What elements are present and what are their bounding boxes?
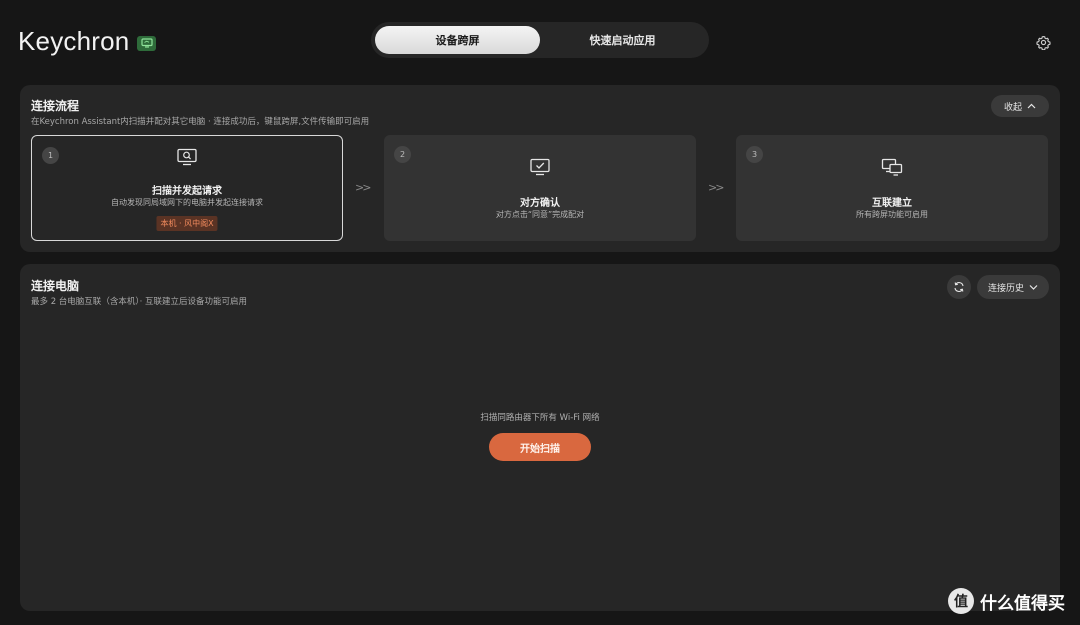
step-scan-request[interactable]: 1 扫描并发起请求 自动发现同局域网下的电脑并发起连接请求 本机 · 风中阁X bbox=[31, 135, 343, 241]
dual-monitor-icon bbox=[881, 158, 903, 180]
watermark-logo: 值 bbox=[948, 588, 974, 614]
connect-computers-panel: 连接电脑 最多 2 台电脑互联（含本机）· 互联建立后设备功能可启用 连接历史 … bbox=[20, 264, 1060, 611]
chevron-up-icon bbox=[1027, 103, 1036, 109]
brand-name: Keychron bbox=[18, 26, 130, 56]
step-interconnect[interactable]: 3 互联建立 所有跨屏功能可启用 bbox=[736, 135, 1048, 241]
flow-subtitle: 在Keychron Assistant内扫描并配对其它电脑 · 连接成功后，键鼠… bbox=[31, 117, 370, 127]
app-window: Keychron 设备跨屏 快速启动应用 连接流程 在Keychron Assi… bbox=[0, 0, 1080, 625]
tab-quick-launch[interactable]: 快速启动应用 bbox=[540, 26, 705, 54]
refresh-button[interactable] bbox=[947, 275, 971, 299]
gear-icon bbox=[1035, 35, 1051, 50]
step-confirm[interactable]: 2 对方确认 对方点击“同意”完成配对 bbox=[384, 135, 696, 241]
refresh-icon bbox=[954, 282, 964, 292]
brand: Keychron bbox=[18, 26, 157, 57]
step-title: 扫描并发起请求 bbox=[152, 186, 222, 197]
watermark: 值 什么值得买 bbox=[948, 588, 1065, 614]
step-separator: >> bbox=[355, 181, 372, 194]
watermark-text: 什么值得买 bbox=[980, 593, 1065, 614]
connect-title: 连接电脑 bbox=[31, 279, 80, 293]
step-number: 3 bbox=[746, 146, 763, 163]
chevron-down-icon bbox=[1029, 285, 1038, 290]
flow-title: 连接流程 bbox=[31, 99, 80, 113]
step-description: 自动发现同局域网下的电脑并发起连接请求 bbox=[111, 198, 263, 207]
settings-button[interactable] bbox=[1034, 33, 1052, 51]
connection-history-dropdown[interactable]: 连接历史 bbox=[977, 275, 1049, 299]
step-number: 2 bbox=[394, 146, 411, 163]
step-description: 对方点击“同意”完成配对 bbox=[495, 210, 585, 219]
step-description: 所有跨屏功能可启用 bbox=[856, 210, 928, 219]
mode-tab-switch: 设备跨屏 快速启动应用 bbox=[371, 22, 709, 58]
step-separator: >> bbox=[708, 181, 725, 194]
collapse-label: 收起 bbox=[1003, 102, 1022, 113]
start-scan-button[interactable]: 开始扫描 bbox=[489, 433, 591, 461]
collapse-button[interactable]: 收起 bbox=[991, 95, 1049, 117]
scan-screen-icon bbox=[176, 148, 198, 170]
screen-badge-icon bbox=[137, 35, 157, 51]
step-title: 互联建立 bbox=[872, 198, 912, 209]
monitor-check-icon bbox=[529, 158, 551, 180]
step-title: 对方确认 bbox=[520, 198, 560, 209]
tab-device-crossscreen[interactable]: 设备跨屏 bbox=[375, 26, 540, 54]
local-device-tag: 本机 · 风中阁X bbox=[156, 216, 218, 231]
history-label: 连接历史 bbox=[987, 283, 1024, 294]
connect-subtitle: 最多 2 台电脑互联（含本机）· 互联建立后设备功能可启用 bbox=[31, 297, 247, 307]
empty-state-message: 扫描同路由器下所有 Wi-Fi 网络 bbox=[480, 413, 600, 423]
connection-flow-panel: 连接流程 在Keychron Assistant内扫描并配对其它电脑 · 连接成… bbox=[20, 85, 1060, 252]
step-number: 1 bbox=[42, 147, 59, 164]
